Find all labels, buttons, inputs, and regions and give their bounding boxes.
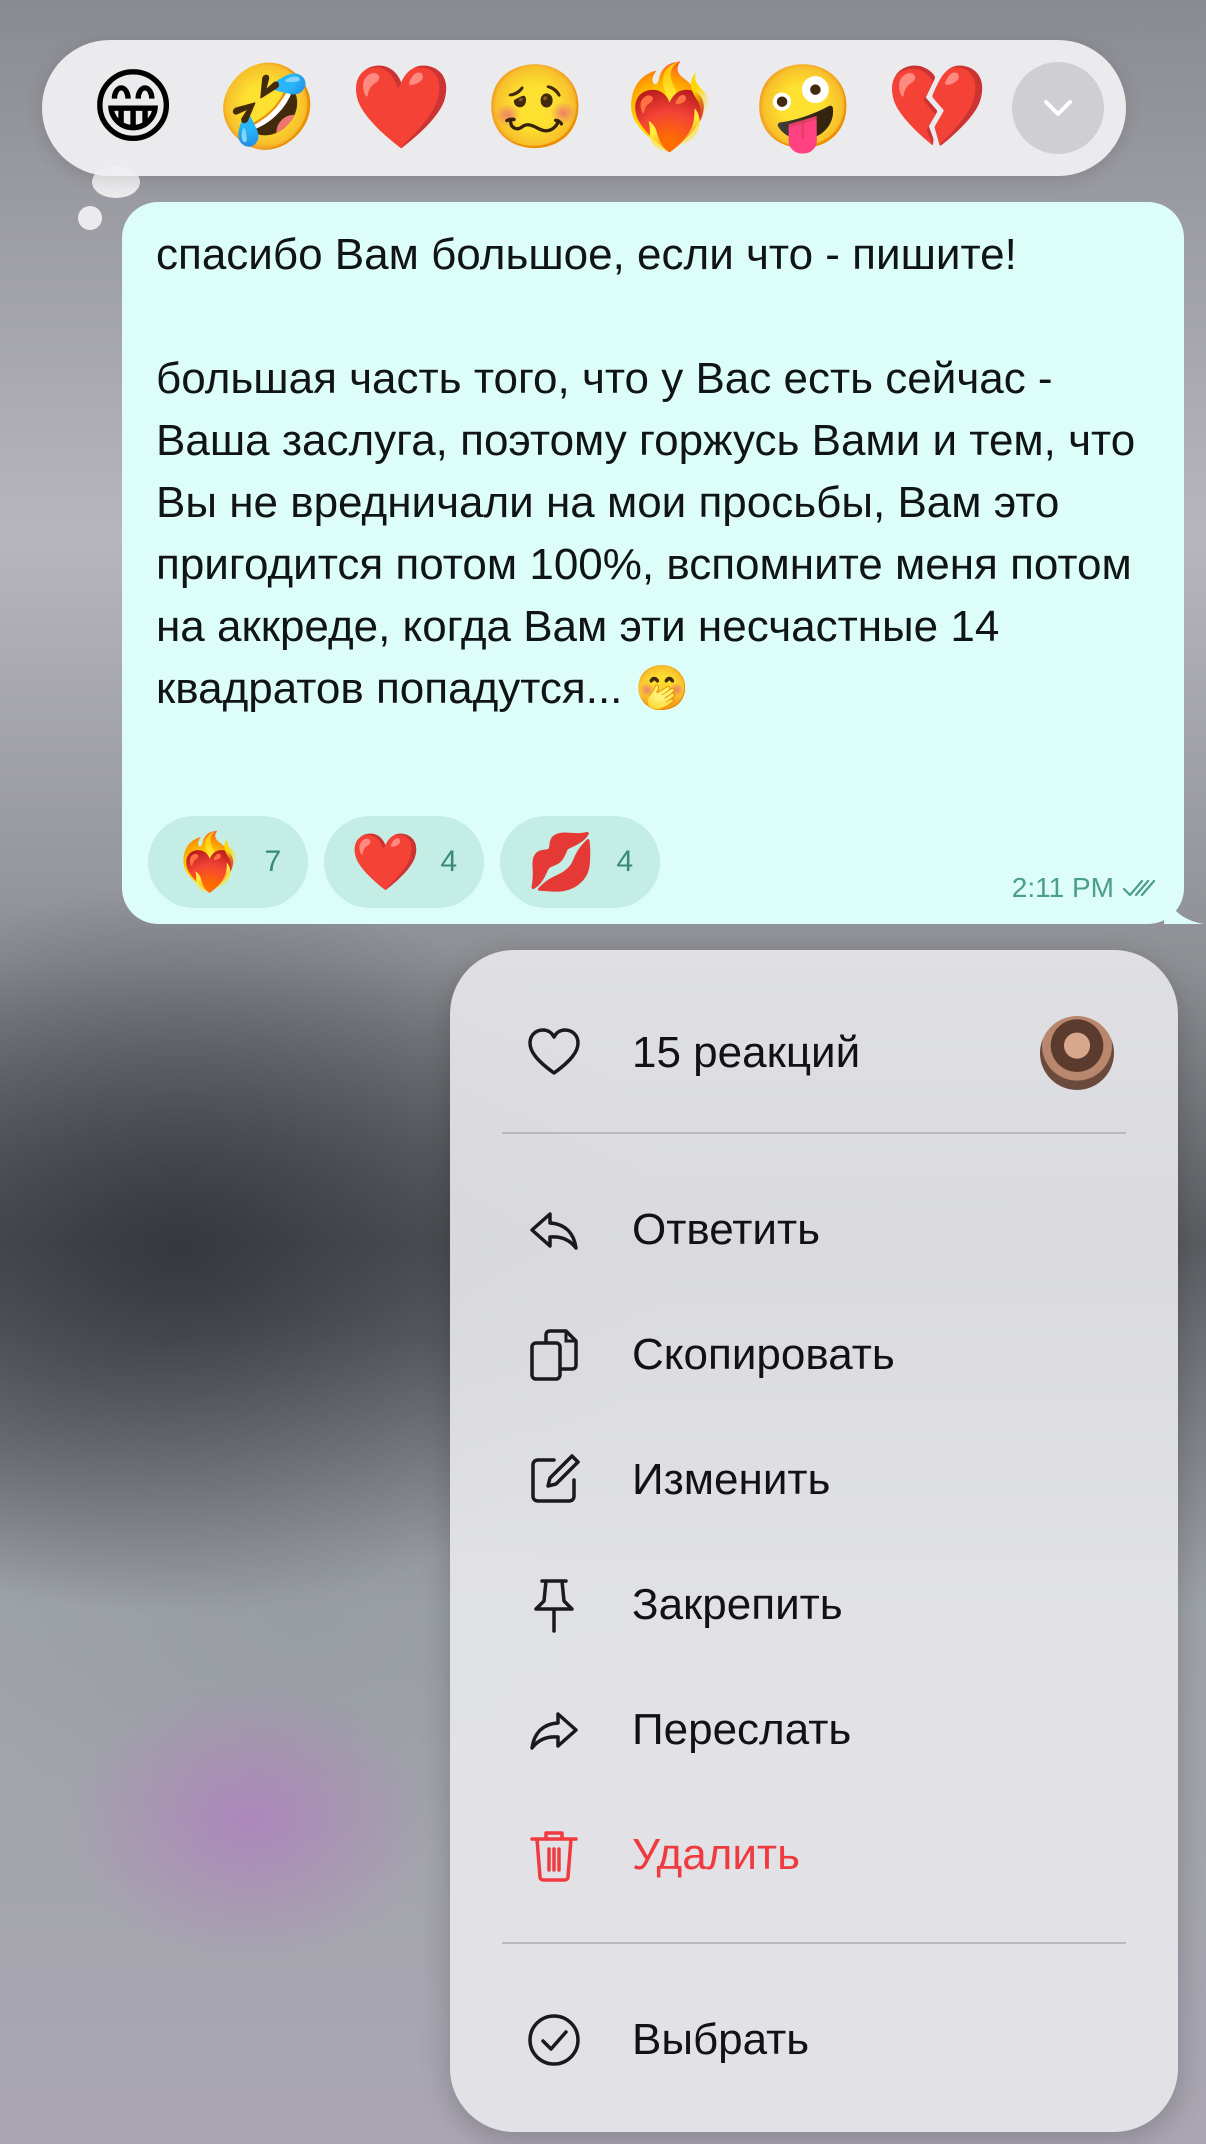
reactions-summary-row[interactable]: 15 реакций [450,998,1178,1108]
message-bubble[interactable]: спасибо Вам большое, если что - пишите! … [122,202,1204,924]
menu-item-label: Ответить [632,1205,821,1254]
reactions-count-label: 15 реакций [632,1028,861,1077]
reaction-count: 7 [264,845,282,878]
heart-outline-icon [526,1025,582,1081]
reaction-option-broken-heart[interactable]: 💔 [870,53,1004,163]
kiss-mark-icon: 💋 [526,830,597,893]
double-check-icon [1122,879,1156,897]
menu-item-reply[interactable]: Ответить [450,1175,1178,1285]
menu-item-label: Закрепить [632,1580,843,1629]
context-menu: 15 реакций Ответить Скопировать Изменить… [450,950,1178,2132]
reaction-chip-kiss-mark[interactable]: 💋 4 [500,816,660,908]
reaction-picker: 😁 🤣 ❤️ 🥴 ❤️‍🔥 🤪 💔 [42,40,1126,176]
menu-item-delete[interactable]: Удалить [450,1800,1178,1910]
menu-item-edit[interactable]: Изменить [450,1425,1178,1535]
bubble-tail [1164,884,1204,924]
reaction-option-red-heart[interactable]: ❤️ [334,53,468,163]
red-heart-icon: ❤️ [350,830,421,893]
reaction-option-heart-on-fire[interactable]: ❤️‍🔥 [602,53,736,163]
reaction-option-woozy-face[interactable]: 🥴 [468,53,602,163]
message-timestamp: 2:11 PM [1012,872,1160,904]
reply-icon [526,1202,582,1258]
pin-icon [526,1577,582,1633]
menu-divider [502,1132,1126,1134]
edit-icon [526,1452,582,1508]
copy-icon [526,1327,582,1383]
reaction-count: 4 [440,845,458,878]
menu-item-label: Удалить [632,1830,800,1879]
menu-item-label: Изменить [632,1455,831,1504]
menu-item-copy[interactable]: Скопировать [450,1300,1178,1410]
menu-item-forward[interactable]: Переслать [450,1675,1178,1785]
message-time: 2:11 PM [1011,872,1114,903]
trash-icon [526,1827,582,1883]
reaction-chip-heart-on-fire[interactable]: ❤️‍🔥 7 [148,816,308,908]
menu-divider [502,1942,1126,1944]
reaction-option-grinning-face[interactable]: 😁 [66,53,200,163]
menu-item-label: Выбрать [632,2015,810,2064]
reaction-chip-red-heart[interactable]: ❤️ 4 [324,816,484,908]
checkmark-circle-icon [526,2012,582,2068]
reaction-option-rofl[interactable]: 🤣 [200,53,334,163]
reaction-option-zany-face[interactable]: 🤪 [736,53,870,163]
message-text: спасибо Вам большое, если что - пишите! … [156,230,1136,713]
menu-item-label: Скопировать [632,1330,895,1379]
more-reactions-button[interactable] [1012,62,1104,154]
chevron-down-icon [1044,100,1072,116]
avatar [1040,1016,1114,1090]
heart-on-fire-icon: ❤️‍🔥 [174,830,245,893]
menu-item-label: Переслать [632,1705,852,1754]
message-reactions: ❤️‍🔥 7 ❤️ 4 💋 4 [148,816,660,908]
menu-item-select[interactable]: Выбрать [450,1985,1178,2095]
reaction-count: 4 [616,845,634,878]
forward-icon [526,1702,582,1758]
picker-tail-dot-small [78,206,102,230]
menu-item-pin[interactable]: Закрепить [450,1550,1178,1660]
